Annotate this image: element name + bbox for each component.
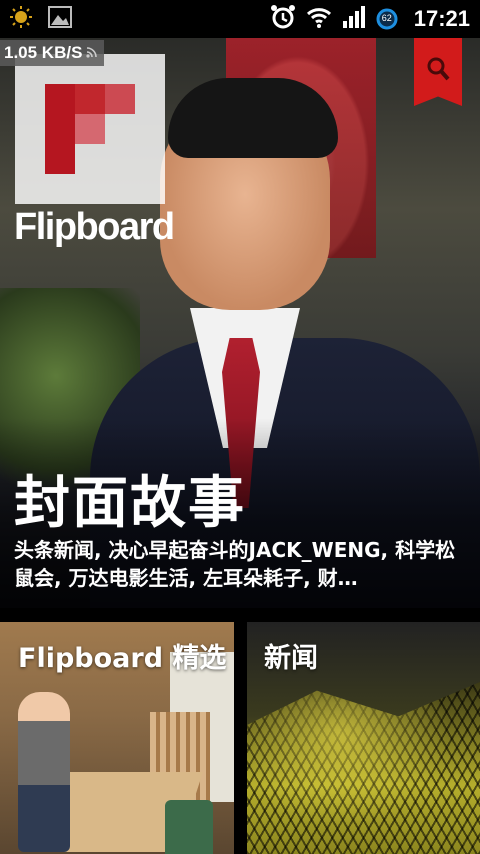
net-speed-text: 1.05 KB/S xyxy=(4,43,83,62)
cover-story-card[interactable]: Flipboard 封面故事 头条新闻, 决心早起奋斗的JACK_WENG, 科… xyxy=(0,38,480,608)
tile-photo-woodworker xyxy=(18,692,70,852)
battery-level-text: 62 xyxy=(381,13,392,23)
signal-icon xyxy=(342,5,366,33)
status-bar: 62 17:21 xyxy=(0,0,480,38)
alarm-icon xyxy=(270,4,296,34)
tile-label: 新闻 xyxy=(264,643,318,674)
gallery-icon xyxy=(48,6,72,32)
cover-title: 封面故事 xyxy=(14,471,246,536)
cover-subtitle: 头条新闻, 决心早起奋斗的JACK_WENG, 科学松鼠会, 万达电影生活, 左… xyxy=(14,538,456,590)
clock-time: 17:21 xyxy=(413,6,470,31)
wifi-icon xyxy=(306,5,332,33)
tile-flipboard-picks[interactable]: Flipboard 精选 xyxy=(0,622,234,854)
net-speed-badge: 1.05 KB/S xyxy=(0,40,105,66)
battery-icon: 62 xyxy=(376,8,398,30)
tile-photo-hexagon-mesh xyxy=(247,682,480,854)
brand-name: Flipboard xyxy=(14,206,175,248)
tile-label: Flipboard 精选 xyxy=(18,643,227,674)
flipboard-logo xyxy=(15,54,165,204)
search-button[interactable] xyxy=(414,38,462,106)
tile-news[interactable]: 新闻 xyxy=(247,622,480,854)
rss-icon xyxy=(86,43,98,63)
notification-sun-icon xyxy=(10,6,32,32)
